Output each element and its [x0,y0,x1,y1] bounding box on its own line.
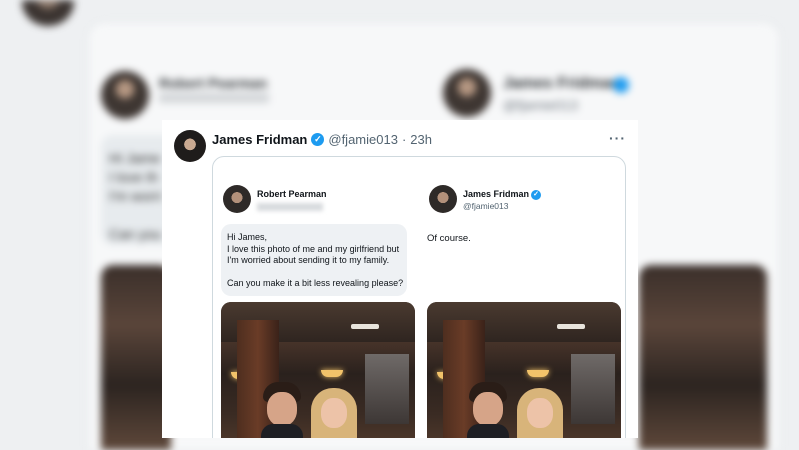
background-name-james: James Fridman [503,75,621,92]
separator-dot: · [401,131,407,147]
requester-avatar [223,185,251,213]
message-line: I love this photo of me and my girlfrien… [227,243,400,254]
message-line: Can you make it a bit less revealing ple… [227,277,404,288]
request-message-bubble: Hi James, I love this photo of me and my… [221,224,407,296]
author-avatar[interactable] [174,130,206,162]
background-photo-right [639,265,767,450]
reply-text: Of course. [427,233,471,244]
message-line: Hi James, [227,232,268,242]
tweet-timestamp[interactable]: 23h [410,132,432,147]
requester-handle-redacted [257,203,323,211]
edited-photo [427,302,621,438]
more-horizontal-icon[interactable]: ··· [609,130,626,146]
tweet-media[interactable]: Robert Pearman Hi James, I love this pho… [212,156,626,438]
tweet[interactable]: James Fridman ✓ @fjamie013 · 23h ··· Rob… [162,120,638,438]
reply-panel: James Fridman ✓ @fjamie013 Of course. [419,157,625,438]
background-handle-james: @fjamie013 [503,97,578,113]
responder-avatar [429,185,457,213]
tweet-header: James Fridman ✓ @fjamie013 · 23h [212,130,432,148]
author-handle[interactable]: @fjamie013 [328,132,398,147]
background-verified-icon [613,77,629,93]
verified-badge-icon: ✓ [311,132,325,146]
request-panel: Robert Pearman Hi James, I love this pho… [213,157,419,438]
background-avatar-james [443,69,491,117]
background-avatar [22,0,74,26]
background-name-robert: Robert Pearman [159,75,268,91]
responder-name: James Fridman ✓ [463,189,542,200]
background-avatar-robert [101,71,149,119]
original-photo [221,302,415,438]
message-line: I'm worried about sending it to my famil… [227,255,390,265]
author-name[interactable]: James Fridman [212,132,307,147]
responder-name-text: James Fridman [463,189,530,199]
background-photo-left [101,265,171,450]
requester-name: Robert Pearman [257,189,327,199]
verified-badge-icon: ✓ [531,189,542,200]
background-handle-robert [159,93,269,103]
responder-handle: @fjamie013 [463,201,509,211]
